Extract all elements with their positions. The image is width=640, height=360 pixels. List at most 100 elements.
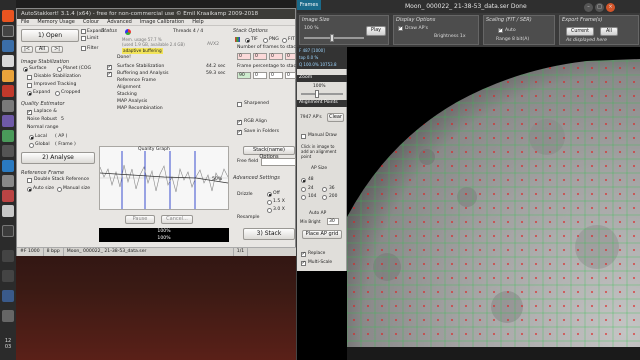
play-button[interactable]: Play [366,26,386,36]
fit-radio[interactable] [282,38,287,43]
step-check [107,64,112,70]
rgb-align-checkbox[interactable] [237,119,242,125]
pause-button[interactable]: Pause [125,215,155,224]
cropped-radio[interactable] [55,91,60,96]
draw-aps-checkbox[interactable] [398,25,403,31]
double-stack-checkbox[interactable] [27,178,32,183]
improved-tracking-checkbox[interactable] [27,83,32,88]
viewer-scrollbar[interactable] [347,347,640,360]
frames-viewer-window: Frames Moon_ 000022_ 21-38-53_data.ser D… [296,0,640,360]
app-icon[interactable] [2,85,14,97]
percentage-field[interactable]: 0 [253,72,267,79]
all-frames-button[interactable]: All [35,46,49,53]
zoom-slider[interactable] [301,90,343,98]
manual-draw-checkbox[interactable] [301,134,306,139]
files-icon[interactable] [2,40,14,52]
percentage-field[interactable]: 0 [285,72,296,79]
min-bright-field[interactable]: 30 [327,218,339,225]
export-current-button[interactable]: Current [566,27,594,36]
menu-advanced[interactable]: Advanced [103,19,136,26]
stack-button[interactable]: 3) Stack [243,228,295,240]
zoom-slider-handle[interactable] [315,90,319,98]
app-icon[interactable] [2,115,14,127]
drizzle-15-radio[interactable] [267,200,272,205]
expand-radio[interactable] [27,91,32,96]
text-editor-icon[interactable] [2,55,14,67]
ap-size-36-radio[interactable] [322,187,327,192]
ap-size-48-radio[interactable] [301,178,306,183]
app-icon[interactable] [2,160,14,172]
save-in-folders-checkbox[interactable] [237,129,242,135]
percentage-field[interactable]: 0 [269,72,283,79]
manual-size-radio[interactable] [57,187,62,192]
drizzle-30-radio[interactable] [267,208,272,213]
maximize-icon[interactable]: □ [595,3,604,12]
frames-field[interactable]: 0 [253,53,267,60]
menu-help[interactable]: Help [188,19,207,26]
filter-checkbox[interactable] [81,46,86,51]
laplace-checkbox[interactable] [27,109,32,115]
clear-aps-button[interactable]: Clear [327,113,344,122]
expand-checkbox[interactable] [81,29,86,34]
brightness-label: Brightness 1x [434,34,466,39]
free-field-input[interactable] [261,158,296,166]
trash-icon[interactable] [2,225,14,237]
place-ap-grid-button[interactable]: Place AP grid [302,230,342,239]
menu-colour[interactable]: Colour [79,19,103,26]
frames-field[interactable]: 0 [237,53,251,60]
frames-field[interactable]: 0 [269,53,283,60]
frame-slider-handle[interactable] [330,34,334,42]
menu-bar: File Memory Usage Colour Advanced Image Cali… [17,19,295,26]
close-icon[interactable]: × [606,3,615,12]
png-radio[interactable] [263,38,268,43]
global-radio[interactable] [29,143,34,148]
menu-image-calibration[interactable]: Image Calibration [136,19,188,26]
disable-stabilization-checkbox[interactable] [27,75,32,80]
frame-info-line: F 487 [1000] [299,48,325,53]
ap-size-24-radio[interactable] [301,187,306,192]
auto-size-radio[interactable] [27,187,32,192]
app-icon[interactable] [2,205,14,217]
frame-info-line: Q 100.0% 10753.8 [299,62,337,67]
menu-file[interactable]: File [17,19,33,26]
moon-image[interactable] [347,47,640,347]
step-name: Alignment [117,85,141,90]
limit-checkbox[interactable] [81,36,86,41]
app-icon[interactable] [2,190,14,202]
ubuntu-dash-icon[interactable] [2,10,14,22]
stack-name-options-button[interactable]: Stack(name) Options [243,146,295,160]
ap-size-200-radio[interactable] [322,195,327,200]
analyse-button[interactable]: 2) Analyse [21,152,95,164]
drizzle-off-radio[interactable] [267,192,272,197]
last-frame-button[interactable]: >| [51,46,63,53]
terminal-icon[interactable] [2,25,14,37]
local-radio[interactable] [29,135,34,140]
frames-field[interactable]: 0 [285,53,296,60]
app-icon[interactable] [2,270,14,282]
cancel-button[interactable]: Cancel... [161,215,193,224]
replace-checkbox[interactable] [301,251,306,257]
app-icon[interactable] [2,290,14,302]
app-icon[interactable] [2,250,14,262]
percentage-field[interactable]: 90 [237,72,251,79]
minimize-icon[interactable]: – [584,3,593,12]
menu-memory-usage[interactable]: Memory Usage [33,19,79,26]
multi-scale-checkbox[interactable] [301,260,306,266]
noise-robust-value[interactable]: 5 [61,117,64,123]
tif-radio[interactable] [245,38,250,43]
app-icon[interactable] [2,310,14,322]
auto-scaling-checkbox[interactable] [498,27,503,33]
ap-size-104-radio[interactable] [301,195,306,200]
app-icon[interactable] [2,145,14,157]
export-all-button[interactable]: All [600,27,618,36]
firefox-icon[interactable] [2,70,14,82]
planet-radio[interactable] [57,67,62,72]
settings-icon[interactable] [2,100,14,112]
app-icon[interactable] [2,175,14,187]
frame-slider-track[interactable] [304,34,364,42]
app-icon[interactable] [2,130,14,142]
first-frame-button[interactable]: |< [21,46,33,53]
open-button[interactable]: 1) Open [21,29,79,42]
surface-radio[interactable] [23,67,28,72]
sharpened-checkbox[interactable] [237,102,242,107]
